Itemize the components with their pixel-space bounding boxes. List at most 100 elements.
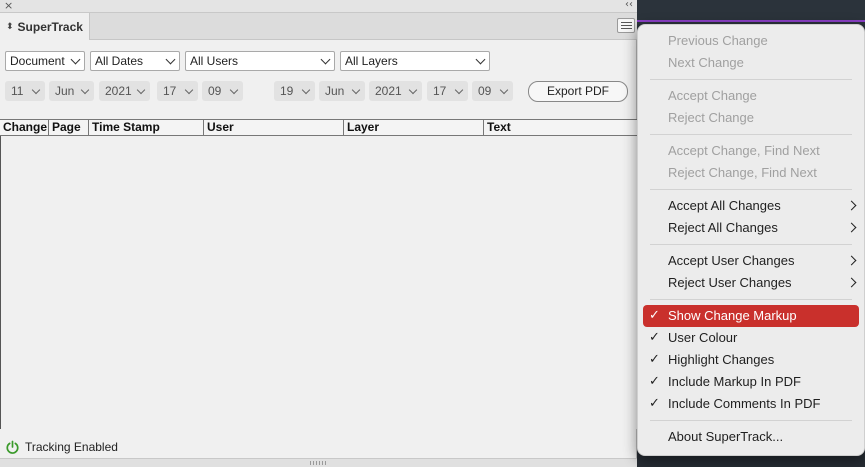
column-header-text[interactable]: Text [483,120,637,135]
accent-stripe [637,20,865,22]
menu-item-reject-all-changes[interactable]: Reject All Changes [643,217,859,239]
to-hour-select[interactable]: 17 [427,81,468,101]
to-hour-value: 17 [433,84,447,98]
power-icon[interactable] [5,440,20,455]
bottom-bar [0,458,637,467]
menu-item-label: Include Comments In PDF [668,396,821,411]
dates-select[interactable]: All Dates [90,51,180,71]
from-year-value: 2021 [105,84,132,98]
chevron-right-icon [846,277,857,288]
menu-item-reject-change[interactable]: Reject Change [643,107,859,129]
menu-item-label: Highlight Changes [668,352,775,367]
menu-item-label: Reject Change [668,110,754,125]
from-minute-select[interactable]: 09 [202,81,243,101]
to-minute-value: 09 [478,84,492,98]
menu-line-icon [620,22,632,23]
menu-line-icon [620,25,632,26]
chevron-right-icon [846,222,857,233]
chevron-down-icon [301,85,311,95]
supertrack-panel: × ‹‹ ⬍ SuperTrack Document All Dates All… [0,0,637,467]
from-hour-value: 17 [163,84,177,98]
menu-item-label: Accept User Changes [668,253,795,268]
menu-item-include-markup-in-pdf[interactable]: ✓ Include Markup In PDF [643,371,859,393]
column-header-timestamp[interactable]: Time Stamp [88,120,203,135]
menu-item-reject-change-find-next[interactable]: Reject Change, Find Next [643,162,859,184]
menu-item-next-change[interactable]: Next Change [643,52,859,74]
users-select-value: All Users [190,54,239,68]
chevron-down-icon [408,85,418,95]
menu-item-accept-change[interactable]: Accept Change [643,85,859,107]
to-year-select[interactable]: 2021 [369,81,422,101]
layers-select[interactable]: All Layers [340,51,490,71]
menu-item-reject-user-changes[interactable]: Reject User Changes [643,272,859,294]
menu-item-include-comments-in-pdf[interactable]: ✓ Include Comments In PDF [643,393,859,415]
to-month-select[interactable]: Jun [319,81,365,101]
chevron-down-icon [320,54,331,65]
chevron-right-icon [846,255,857,266]
collapse-icon[interactable]: ‹‹ [625,0,633,10]
close-icon[interactable]: × [4,0,13,12]
from-minute-value: 09 [208,84,222,98]
export-pdf-button[interactable]: Export PDF [528,81,628,102]
chevron-down-icon [351,85,361,95]
from-month-select[interactable]: Jun [49,81,94,101]
menu-separator [650,79,852,80]
tab-arrows-icon: ⬍ [6,21,14,32]
menu-item-accept-user-changes[interactable]: Accept User Changes [643,250,859,272]
chevron-right-icon [846,200,857,211]
menu-item-label: Accept Change [668,88,757,103]
from-year-select[interactable]: 2021 [99,81,150,101]
checkmark-icon: ✓ [649,352,660,367]
tab-supertrack[interactable]: ⬍ SuperTrack [0,13,90,40]
panel-flyout-menu: Previous Change Next Change Accept Chang… [637,24,865,456]
menu-item-label: Show Change Markup [668,308,797,323]
from-hour-select[interactable]: 17 [157,81,198,101]
menu-item-label: Accept Change, Find Next [668,143,820,158]
menu-separator [650,189,852,190]
chevron-down-icon [454,85,464,95]
checkmark-icon: ✓ [649,330,660,345]
panel-topbar: × ‹‹ [0,0,637,13]
menu-item-highlight-changes[interactable]: ✓ Highlight Changes [643,349,859,371]
column-header-change[interactable]: Change [0,120,48,135]
status-text: Tracking Enabled [25,440,118,454]
menu-separator [650,420,852,421]
menu-item-label: Include Markup In PDF [668,374,801,389]
to-day-value: 19 [280,84,294,98]
chevron-down-icon [136,85,146,95]
menu-separator [650,134,852,135]
menu-line-icon [620,28,632,29]
column-header-user[interactable]: User [203,120,343,135]
changes-table-body[interactable] [0,136,637,429]
panel-menu-button[interactable] [617,18,635,33]
column-header-page[interactable]: Page [48,120,88,135]
users-select[interactable]: All Users [185,51,335,71]
from-day-value: 11 [11,84,24,98]
menu-item-user-colour[interactable]: ✓ User Colour [643,327,859,349]
from-month-value: Jun [55,84,75,98]
column-header-layer[interactable]: Layer [343,120,483,135]
menu-item-accept-all-changes[interactable]: Accept All Changes [643,195,859,217]
scope-select-value: Document [10,54,65,68]
from-day-select[interactable]: 11 [5,81,45,101]
menu-item-show-change-markup[interactable]: ✓ Show Change Markup [643,305,859,327]
menu-item-about-supertrack[interactable]: About SuperTrack... [643,426,859,448]
resize-grip-icon[interactable] [310,461,328,465]
chevron-down-icon [70,54,81,65]
checkmark-icon: ✓ [649,374,660,389]
layers-select-value: All Layers [345,54,398,68]
to-minute-select[interactable]: 09 [472,81,513,101]
menu-separator [650,299,852,300]
scope-select[interactable]: Document [5,51,85,71]
chevron-down-icon [165,54,176,65]
menu-item-label: Previous Change [668,33,768,48]
chevron-down-icon [499,85,509,95]
menu-item-label: Reject Change, Find Next [668,165,817,180]
menu-item-accept-change-find-next[interactable]: Accept Change, Find Next [643,140,859,162]
to-day-select[interactable]: 19 [274,81,315,101]
chevron-down-icon [31,85,41,95]
menu-item-label: Reject All Changes [668,220,778,235]
checkmark-icon: ✓ [649,308,660,323]
tab-strip: ⬍ SuperTrack [0,13,637,40]
menu-item-previous-change[interactable]: Previous Change [643,30,859,52]
